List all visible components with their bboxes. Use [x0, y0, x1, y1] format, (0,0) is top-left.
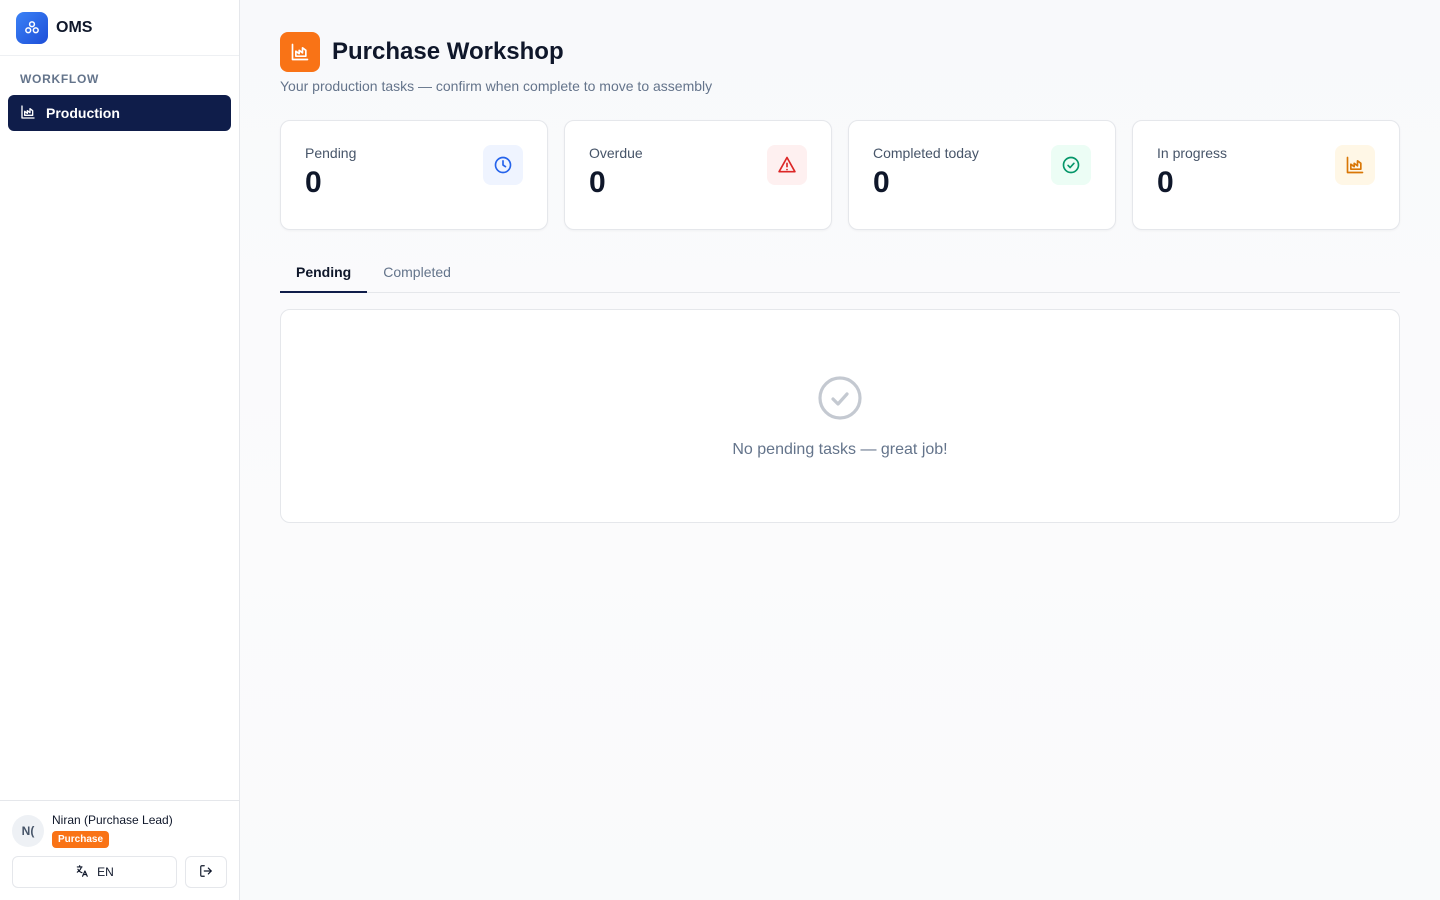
user-meta: Niran (Purchase Lead) Purchase: [52, 813, 173, 848]
app-root: OMS WORKFLOW Production N( Niran (Purcha…: [0, 0, 1440, 900]
nav-heading: WORKFLOW: [20, 72, 100, 86]
factory-icon: [280, 32, 320, 72]
factory-icon: [20, 104, 36, 123]
stat-body: Pending 0: [305, 145, 356, 229]
main-content: Purchase Workshop Your production tasks …: [240, 0, 1440, 900]
stat-value: 0: [589, 166, 606, 199]
stat-label: Pending: [305, 145, 357, 161]
stat-card-in-progress: In progress 0: [1132, 120, 1400, 230]
stat-label: Completed today: [873, 145, 979, 161]
tab-pending[interactable]: Pending: [280, 256, 368, 293]
empty-state-message: No pending tasks — great job!: [732, 440, 948, 458]
footer-actions: EN: [12, 856, 227, 888]
stats-row: Pending 0 Overdue 0 Completed today 0 In…: [280, 120, 1400, 230]
alert-triangle-icon: [767, 145, 807, 185]
user-name: Niran (Purchase Lead): [52, 813, 173, 827]
page-header: Purchase Workshop: [280, 32, 1400, 72]
language-label: EN: [97, 865, 114, 879]
brand-name: OMS: [56, 18, 93, 36]
stat-body: Completed today 0: [873, 145, 979, 229]
logout-button[interactable]: [185, 856, 227, 888]
check-circle-icon: [816, 374, 864, 427]
page-subtitle: Your production tasks — confirm when com…: [280, 78, 713, 94]
nav-section-workflow: WORKFLOW Production: [0, 56, 239, 131]
stat-label: In progress: [1157, 145, 1228, 161]
logout-icon: [199, 864, 213, 881]
task-tabs: Pending Completed: [280, 256, 1400, 293]
stat-value: 0: [305, 166, 322, 199]
empty-state-panel: No pending tasks — great job!: [280, 309, 1400, 523]
stat-card-overdue: Overdue 0: [564, 120, 832, 230]
translate-icon: [75, 864, 89, 881]
brand[interactable]: OMS: [0, 0, 239, 56]
stat-card-pending: Pending 0: [280, 120, 548, 230]
stat-value: 0: [1157, 166, 1174, 199]
user-profile[interactable]: N( Niran (Purchase Lead) Purchase: [12, 813, 227, 848]
sidebar-item-production[interactable]: Production: [8, 95, 231, 131]
language-switch-button[interactable]: EN: [12, 856, 177, 888]
tab-completed[interactable]: Completed: [367, 256, 467, 293]
avatar: N(: [12, 814, 44, 847]
stat-label: Overdue: [589, 145, 643, 161]
stat-card-completed-today: Completed today 0: [848, 120, 1116, 230]
sidebar-item-label: Production: [46, 105, 120, 121]
stat-value: 0: [873, 166, 890, 199]
check-circle-icon: [1051, 145, 1091, 185]
sidebar: OMS WORKFLOW Production N( Niran (Purcha…: [0, 0, 240, 900]
factory-icon: [1335, 145, 1375, 185]
sidebar-footer: N( Niran (Purchase Lead) Purchase EN: [0, 800, 239, 900]
page-title: Purchase Workshop: [332, 38, 564, 65]
stat-body: In progress 0: [1157, 145, 1227, 229]
stat-body: Overdue 0: [589, 145, 643, 229]
clock-icon: [483, 145, 523, 185]
oms-logo-icon: [16, 11, 48, 44]
role-badge: Purchase: [52, 831, 110, 848]
